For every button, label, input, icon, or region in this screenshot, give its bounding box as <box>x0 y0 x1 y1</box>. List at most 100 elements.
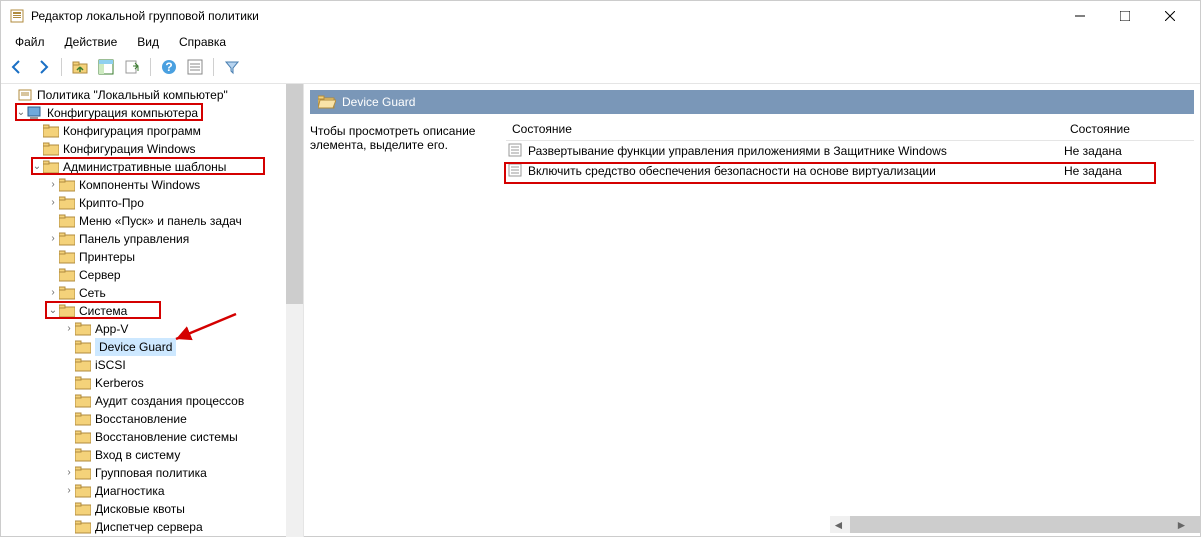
toolbar: ? <box>1 55 1200 84</box>
folder-icon <box>75 502 91 516</box>
details-heading: Device Guard <box>342 95 415 109</box>
show-hide-tree-button[interactable] <box>96 57 116 77</box>
folder-icon <box>59 250 75 264</box>
tree-item: iSCSI <box>95 356 126 374</box>
title-bar: Редактор локальной групповой политики <box>1 1 1200 31</box>
folder-open-icon <box>318 95 336 109</box>
details-header: Device Guard <box>310 90 1194 114</box>
help-button[interactable]: ? <box>159 57 179 77</box>
folder-icon <box>59 196 75 210</box>
folder-icon <box>43 160 59 174</box>
chevron-right-icon[interactable]: › <box>47 230 59 248</box>
chevron-down-icon[interactable]: ⌄ <box>31 158 43 176</box>
menu-bar: Файл Действие Вид Справка <box>1 31 1200 55</box>
folder-icon <box>59 286 75 300</box>
column-header-name[interactable]: Состояние <box>506 118 1064 140</box>
tree-item: Компоненты Windows <box>79 176 200 194</box>
chevron-right-icon[interactable]: › <box>63 464 75 482</box>
toolbar-separator <box>150 58 151 76</box>
vertical-scrollbar[interactable] <box>286 84 303 537</box>
up-button[interactable] <box>70 57 90 77</box>
tree-item: App-V <box>95 320 128 338</box>
tree-item: Крипто-Про <box>79 194 144 212</box>
tree-computer-config: Конфигурация компьютера <box>47 104 198 122</box>
scroll-right-icon[interactable]: ► <box>1173 516 1190 533</box>
menu-help[interactable]: Справка <box>171 33 234 51</box>
tree-item: Конфигурация Windows <box>63 140 196 158</box>
policy-tree[interactable]: Политика "Локальный компьютер" ⌄Конфигур… <box>1 84 303 537</box>
chevron-right-icon[interactable]: › <box>47 284 59 302</box>
chevron-right-icon[interactable]: › <box>63 320 75 338</box>
tree-item: Диспетчер сервера <box>95 518 203 536</box>
scrollbar-thumb[interactable] <box>850 516 1201 533</box>
filter-button[interactable] <box>222 57 242 77</box>
folder-icon <box>75 466 91 480</box>
app-icon <box>9 8 25 24</box>
tree-pane: Политика "Локальный компьютер" ⌄Конфигур… <box>1 84 304 537</box>
back-button[interactable] <box>7 57 27 77</box>
settings-row[interactable]: Включить средство обеспечения безопаснос… <box>506 161 1194 181</box>
window-title: Редактор локальной групповой политики <box>31 9 1057 23</box>
maximize-button[interactable] <box>1102 1 1147 31</box>
chevron-down-icon[interactable]: ⌄ <box>15 104 27 122</box>
folder-icon <box>75 394 91 408</box>
export-list-button[interactable] <box>122 57 142 77</box>
folder-icon <box>75 484 91 498</box>
tree-item: Вход в систему <box>95 446 180 464</box>
tree-item: Меню «Пуск» и панель задач <box>79 212 242 230</box>
chevron-right-icon[interactable]: › <box>63 482 75 500</box>
tree-item: Дисковые квоты <box>95 500 185 518</box>
setting-state: Не задана <box>1064 144 1194 158</box>
folder-icon <box>75 340 91 354</box>
folder-icon <box>75 520 91 534</box>
menu-file[interactable]: Файл <box>7 33 53 51</box>
details-pane: Device Guard Чтобы просмотреть описание … <box>304 84 1200 537</box>
toolbar-separator <box>61 58 62 76</box>
setting-name: Включить средство обеспечения безопаснос… <box>528 164 1064 178</box>
folder-icon <box>43 142 59 156</box>
folder-icon <box>75 412 91 426</box>
folder-icon <box>59 232 75 246</box>
tree-item: Групповая политика <box>95 464 207 482</box>
folder-icon <box>59 268 75 282</box>
setting-icon <box>508 143 524 160</box>
folder-icon <box>75 358 91 372</box>
setting-state: Не задана <box>1064 164 1194 178</box>
tree-device-guard: Device Guard <box>95 338 176 356</box>
folder-icon <box>75 430 91 444</box>
properties-button[interactable] <box>185 57 205 77</box>
tree-item: Восстановление <box>95 410 187 428</box>
horizontal-scrollbar[interactable]: ◄ ► <box>830 516 1190 533</box>
toolbar-separator <box>213 58 214 76</box>
scrollbar-thumb[interactable] <box>286 84 303 304</box>
tree-item: Конфигурация программ <box>63 122 201 140</box>
settings-row[interactable]: Развертывание функции управления приложе… <box>506 141 1194 161</box>
policy-root-icon <box>17 88 33 102</box>
tree-item: Принтеры <box>79 248 135 266</box>
chevron-right-icon[interactable]: › <box>47 194 59 212</box>
menu-view[interactable]: Вид <box>129 33 167 51</box>
folder-icon <box>75 376 91 390</box>
tree-item: Диагностика <box>95 482 165 500</box>
tree-item: Панель управления <box>79 230 189 248</box>
chevron-down-icon[interactable]: ⌄ <box>47 302 59 320</box>
computer-icon <box>27 106 43 120</box>
folder-icon <box>75 448 91 462</box>
close-button[interactable] <box>1147 1 1192 31</box>
tree-item: Сеть <box>79 284 106 302</box>
settings-table: Состояние Состояние Развертывание функци… <box>506 118 1194 537</box>
folder-icon <box>59 304 75 318</box>
minimize-button[interactable] <box>1057 1 1102 31</box>
column-header-state[interactable]: Состояние <box>1064 118 1194 140</box>
scroll-left-icon[interactable]: ◄ <box>830 516 847 533</box>
forward-button[interactable] <box>33 57 53 77</box>
folder-icon <box>75 322 91 336</box>
chevron-right-icon[interactable]: › <box>47 176 59 194</box>
setting-name: Развертывание функции управления приложе… <box>528 144 1064 158</box>
description-text: Чтобы просмотреть описание элемента, выд… <box>310 118 496 537</box>
menu-action[interactable]: Действие <box>57 33 126 51</box>
folder-icon <box>43 124 59 138</box>
tree-system: Система <box>79 302 127 320</box>
tree-item: Восстановление системы <box>95 428 238 446</box>
setting-icon <box>508 163 524 180</box>
